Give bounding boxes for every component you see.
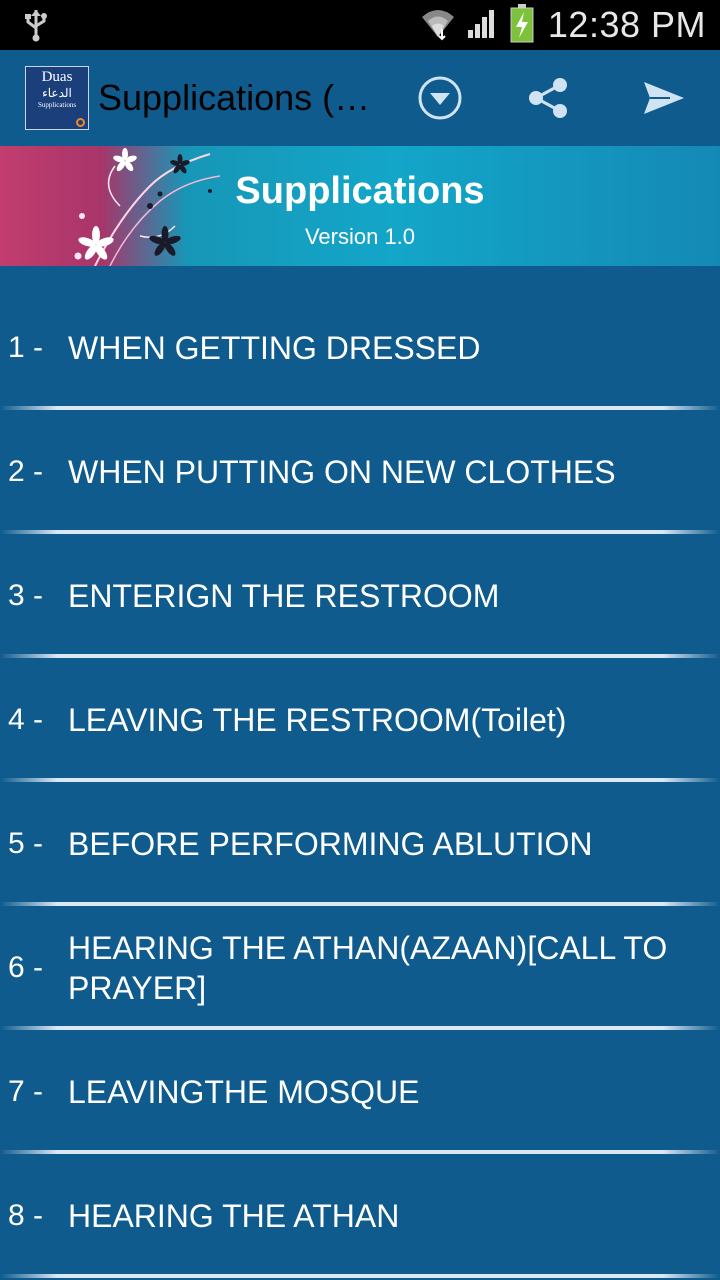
app-logo-line2: الدعاء [42,86,72,100]
list-item-number: 6 - [8,951,44,984]
list-item-label: ENTERIGN THE RESTROOM [68,578,500,614]
list-item[interactable]: 6 - HEARING THE ATHAN(AZAAN)[CALL TO PRA… [0,906,720,1030]
send-button[interactable] [640,74,688,122]
share-button[interactable] [524,74,572,122]
list-item-number: 4 - [8,703,44,736]
list-item-label: BEFORE PERFORMING ABLUTION [68,826,593,862]
list-item-number: 8 - [8,1199,44,1232]
list-item[interactable]: 1 - WHEN GETTING DRESSED [0,286,720,410]
dropdown-button[interactable] [416,74,464,122]
status-time: 12:38 PM [547,4,706,45]
share-icon [529,78,567,118]
list-item-label: LEAVING THE RESTROOM(Toilet) [68,702,567,738]
list-item-label: HEARING THE ATHAN [68,1198,400,1234]
list-item-number: 3 - [8,579,44,612]
list-item[interactable]: 4 - LEAVING THE RESTROOM(Toilet) [0,658,720,782]
list-item-number: 2 - [8,455,44,488]
usb-icon [22,8,50,47]
banner-version: Version 1.0 [304,224,416,249]
list-item-number: 7 - [8,1075,44,1108]
list-item[interactable]: 5 - BEFORE PERFORMING ABLUTION [0,782,720,906]
list-item-label: WHEN PUTTING ON NEW CLOTHES [68,454,616,490]
status-bar: 12:38 PM [0,0,720,50]
app-logo[interactable]: Duas الدعاء Supplications [25,66,89,130]
list-item[interactable]: 8 - HEARING THE ATHAN [0,1154,720,1278]
ring-icon [76,118,85,127]
list-item[interactable]: 3 - ENTERIGN THE RESTROOM [0,534,720,658]
app-banner: Supplications Version 1.0 [0,146,720,266]
list-item-number: 5 - [8,827,44,860]
list-item-label: WHEN GETTING DRESSED [68,330,481,366]
battery-charging-icon [510,3,534,48]
app-title: Supplications (… [98,77,371,118]
supplications-list: 1 - WHEN GETTING DRESSED 2 - WHEN PUTTIN… [0,286,720,1278]
list-item[interactable]: 7 - LEAVINGTHE MOSQUE [0,1030,720,1154]
list-item[interactable]: 2 - WHEN PUTTING ON NEW CLOTHES [0,410,720,534]
banner-title: Supplications [235,170,485,212]
signal-icon [466,6,500,45]
app-logo-line3: Supplications [37,101,77,109]
divider [0,1274,720,1278]
list-item-label: HEARING THE ATHAN(AZAAN)[CALL TO PRAYER] [68,930,668,1006]
list-item-label: LEAVINGTHE MOSQUE [68,1074,420,1110]
list-item-number: 1 - [8,331,44,364]
chevron-down-icon [418,76,462,120]
app-logo-line1: Duas [41,69,73,85]
send-icon [644,82,684,114]
action-bar: Duas الدعاء Supplications Supplications … [0,50,720,146]
wifi-icon [420,5,456,46]
